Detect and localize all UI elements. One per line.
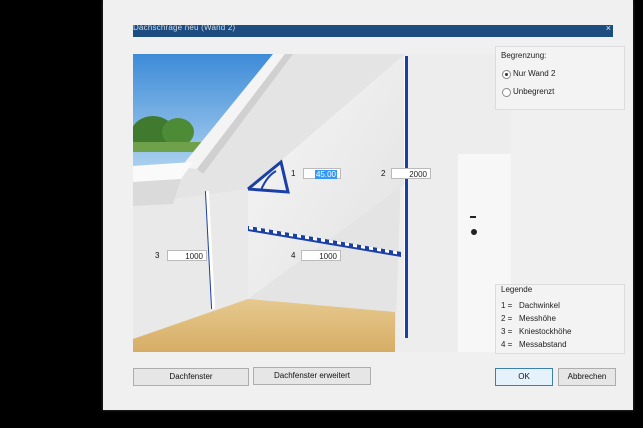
legend-key-4: 4 = xyxy=(501,340,513,349)
radio-nur-wand-label[interactable]: Nur Wand 2 xyxy=(513,69,555,78)
legend-key-1: 1 = xyxy=(501,301,513,310)
messabstand-input[interactable]: 1000 xyxy=(301,250,341,261)
legend-title: Legende xyxy=(501,285,533,294)
begrenzung-group: Begrenzung: Nur Wand 2 Unbegrenzt xyxy=(495,46,625,110)
dialog-window: Dachschräge neu (Wand 2) × 1 45.00 2 200… xyxy=(103,0,633,410)
radio-unbegrenzt-label[interactable]: Unbegrenzt xyxy=(513,87,554,96)
dachwinkel-input[interactable]: 45.00 xyxy=(303,168,341,179)
ok-button[interactable]: OK xyxy=(495,368,553,386)
legend-text-3: Kniestockhöhe xyxy=(519,327,572,336)
legend-group: Legende 1 = Dachwinkel 2 = Messhöhe 3 = … xyxy=(495,284,625,354)
field-3-number: 3 xyxy=(155,251,160,260)
radio-nur-wand[interactable] xyxy=(502,70,511,79)
field-1-number: 1 xyxy=(291,169,296,178)
dachfenster-button[interactable]: Dachfenster xyxy=(133,368,249,386)
messhoehe-input[interactable]: 2000 xyxy=(391,168,431,179)
legend-text-4: Messabstand xyxy=(519,340,567,349)
legend-key-2: 2 = xyxy=(501,314,513,323)
kniestockhoehe-input[interactable]: 1000 xyxy=(167,250,207,261)
field-2-number: 2 xyxy=(381,169,386,178)
room-illustration xyxy=(133,54,511,352)
close-icon[interactable]: × xyxy=(606,25,611,34)
legend-text-2: Messhöhe xyxy=(519,314,556,323)
title-bar: Dachschräge neu (Wand 2) × xyxy=(133,25,613,37)
dachfenster-erweitert-button[interactable]: Dachfenster erweitert xyxy=(253,367,371,385)
radio-unbegrenzt[interactable] xyxy=(502,88,511,97)
legend-text-1: Dachwinkel xyxy=(519,301,560,310)
abbrechen-button[interactable]: Abbrechen xyxy=(558,368,616,386)
begrenzung-label: Begrenzung: xyxy=(501,51,547,60)
dialog-title: Dachschräge neu (Wand 2) xyxy=(133,25,236,32)
room-preview: 1 45.00 2 2000 3 1000 4 1000 xyxy=(133,54,511,352)
field-4-number: 4 xyxy=(291,251,296,260)
dachwinkel-value: 45.00 xyxy=(314,170,337,179)
legend-key-3: 3 = xyxy=(501,327,513,336)
